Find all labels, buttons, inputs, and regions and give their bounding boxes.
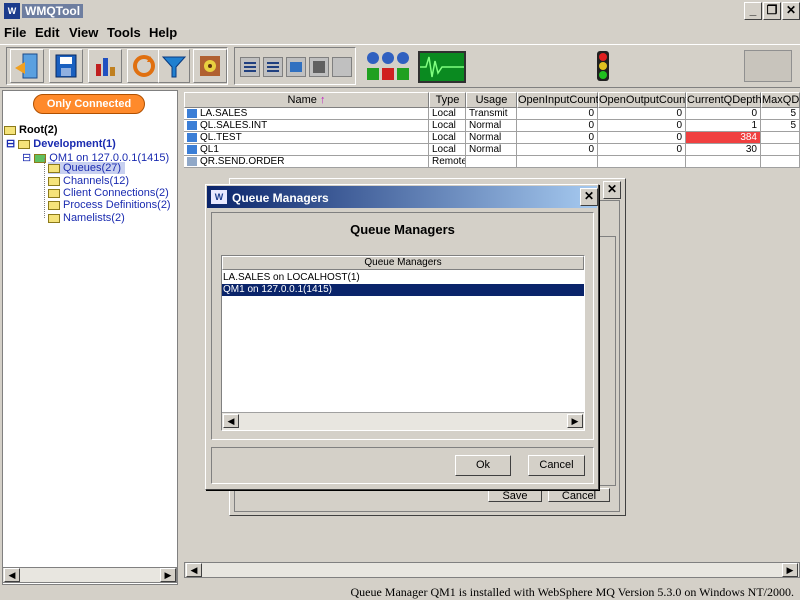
background-save-button[interactable]: Save <box>488 488 542 502</box>
tree-development[interactable]: ⊟ Development(1) <box>6 137 116 150</box>
status-lights-icon[interactable] <box>364 50 412 82</box>
tree-client-connections[interactable]: Client Connections(2) <box>48 187 169 199</box>
ok-button[interactable]: Ok <box>455 455 511 476</box>
minimize-button[interactable]: _ <box>744 2 762 20</box>
dialog-title: Queue Managers <box>232 191 329 205</box>
settings-icon[interactable] <box>193 49 227 83</box>
column-header-openoutputcount[interactable]: OpenOutputCount <box>598 92 688 108</box>
list-horizontal-scrollbar[interactable] <box>222 412 584 430</box>
queue-depth-alert: 384 <box>686 132 761 144</box>
list-item[interactable]: LA.SALES on LOCALHOST(1) <box>222 272 584 284</box>
menu-view[interactable]: View <box>69 25 98 40</box>
tree-queues[interactable]: Queues(27) <box>48 162 126 174</box>
panel-icon[interactable] <box>744 50 792 82</box>
folder-icon <box>48 188 60 198</box>
column-header-openinputcount[interactable]: OpenInputCount <box>517 92 599 108</box>
folder-icon <box>4 125 16 135</box>
tree-connector <box>44 158 45 218</box>
app-icon: W <box>211 190 227 204</box>
save-icon[interactable] <box>49 49 83 83</box>
left-horizontal-scrollbar[interactable] <box>2 567 177 583</box>
list2-icon[interactable] <box>263 57 283 77</box>
list-item-selected[interactable]: QM1 on 127.0.0.1(1415) <box>222 284 584 296</box>
column-header-currentqdepth[interactable]: CurrentQDepth <box>686 92 762 108</box>
list-icon[interactable] <box>240 57 260 77</box>
exit-icon[interactable] <box>10 49 44 83</box>
background-dialog-panel <box>598 236 616 486</box>
menu-tools[interactable]: Tools <box>107 25 141 40</box>
folder-icon <box>48 200 60 210</box>
chart-icon[interactable] <box>88 49 122 83</box>
window-title: WMQTool <box>22 4 84 18</box>
scroll-right-icon[interactable]: ▶ <box>782 563 798 577</box>
scroll-right-icon[interactable]: ▶ <box>567 414 583 428</box>
tree-channels[interactable]: Channels(12) <box>48 175 129 187</box>
local-queue-icon <box>187 120 197 130</box>
cancel-button[interactable]: Cancel <box>528 455 585 476</box>
folder-icon <box>48 176 60 186</box>
tree-namelists[interactable]: Namelists(2) <box>48 212 125 224</box>
monitor-icon[interactable] <box>418 51 466 83</box>
tree-process-definitions[interactable]: Process Definitions(2) <box>48 199 171 211</box>
local-queue-icon <box>187 144 197 154</box>
dialog-heading: Queue Managers <box>350 222 455 237</box>
scroll-right-icon[interactable]: ▶ <box>160 568 176 582</box>
status-text: Queue Manager QM1 is installed with WebS… <box>350 585 794 599</box>
scroll-left-icon[interactable]: ◀ <box>186 563 202 577</box>
table-horizontal-scrollbar[interactable] <box>184 562 800 578</box>
list-column-header[interactable]: Queue Managers <box>222 256 584 270</box>
title-bar-bg <box>0 0 800 22</box>
scroll-left-icon[interactable]: ◀ <box>4 568 20 582</box>
dialog-close-button[interactable]: ✕ <box>580 188 598 206</box>
filter-icon[interactable] <box>158 49 190 83</box>
background-cancel-button[interactable]: Cancel <box>548 488 610 502</box>
blank-icon[interactable] <box>332 57 352 77</box>
only-connected-button[interactable]: Only Connected <box>33 94 145 114</box>
menu-help[interactable]: Help <box>149 25 177 40</box>
menu-edit[interactable]: Edit <box>35 25 60 40</box>
menu-file[interactable]: File <box>4 25 26 40</box>
close-window-button[interactable]: ✕ <box>782 2 800 20</box>
folder-icon <box>18 139 31 149</box>
folder-icon <box>48 213 60 223</box>
local-queue-icon <box>187 132 197 142</box>
scroll-left-icon[interactable]: ◀ <box>223 414 239 428</box>
restore-button[interactable]: ❐ <box>763 2 781 20</box>
column-header-type[interactable]: Type <box>429 92 466 108</box>
column-header-usage[interactable]: Usage <box>466 92 517 108</box>
traffic-light-icon <box>592 50 614 82</box>
local-queue-icon <box>187 108 197 118</box>
sort-ascending-icon: ↑ <box>319 94 326 106</box>
list3-icon[interactable] <box>286 57 306 77</box>
disk-icon[interactable] <box>309 57 329 77</box>
folder-icon <box>48 163 60 173</box>
column-header-name[interactable]: Name ↑ <box>184 92 429 108</box>
remote-queue-icon <box>187 156 197 166</box>
background-dialog-close-button[interactable]: ✕ <box>603 181 621 199</box>
tree-root[interactable]: Root(2) <box>4 124 58 136</box>
column-header-maxqdepth[interactable]: MaxQDe <box>761 92 800 108</box>
app-icon: W <box>4 3 20 19</box>
refresh-icon[interactable] <box>127 49 161 83</box>
